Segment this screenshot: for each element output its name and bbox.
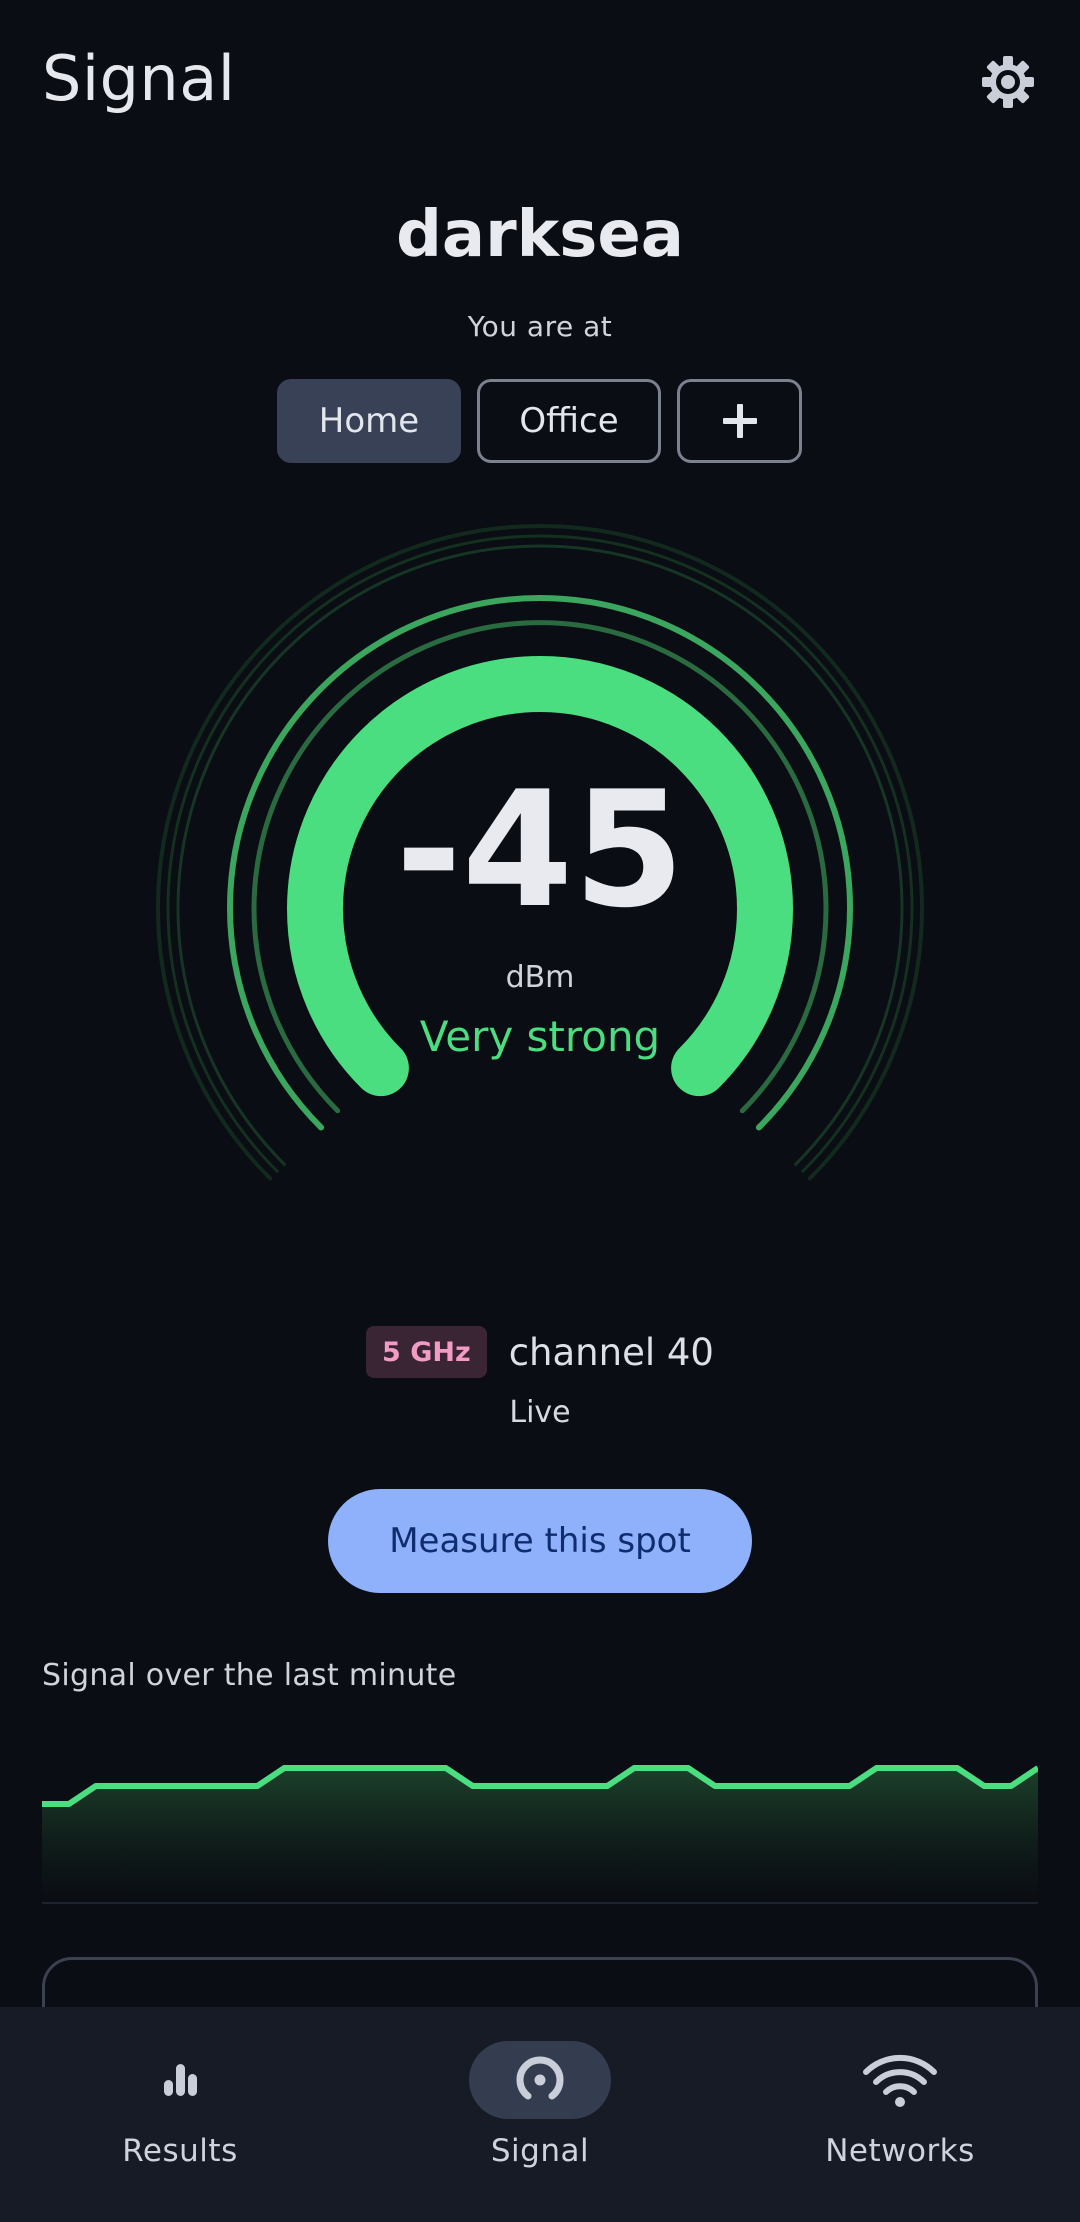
signal-quality: Very strong [419, 1012, 661, 1061]
bottom-navigation: Results Signal Networks [0, 2007, 1080, 2222]
history-title: Signal over the last minute [42, 1658, 457, 1693]
signal-unit: dBm [505, 960, 575, 995]
connection-info: 5 GHz channel 40 [0, 1326, 1080, 1378]
band-badge: 5 GHz [366, 1326, 487, 1378]
nav-results[interactable]: Results [0, 2007, 360, 2222]
signal-gauge-icon [516, 2056, 564, 2100]
nav-networks-label: Networks [825, 2133, 975, 2169]
nav-signal-icon-wrap [469, 2041, 611, 2119]
signal-history-chart [42, 1765, 1038, 1904]
measure-spot-button[interactable]: Measure this spot [328, 1489, 752, 1593]
signal-value: -45 [395, 756, 685, 943]
nav-results-icon-wrap [109, 2041, 251, 2119]
nav-signal[interactable]: Signal [360, 2007, 720, 2222]
nav-networks-icon-wrap [829, 2041, 971, 2119]
nav-signal-label: Signal [490, 2133, 590, 2169]
wifi-icon [863, 2054, 937, 2107]
signal-gauge [156, 524, 924, 1181]
bar-chart-icon [164, 2064, 197, 2096]
channel-label: channel 40 [508, 1330, 714, 1374]
nav-networks[interactable]: Networks [720, 2007, 1080, 2222]
nav-results-label: Results [122, 2133, 238, 2169]
live-status: Live [509, 1395, 571, 1430]
